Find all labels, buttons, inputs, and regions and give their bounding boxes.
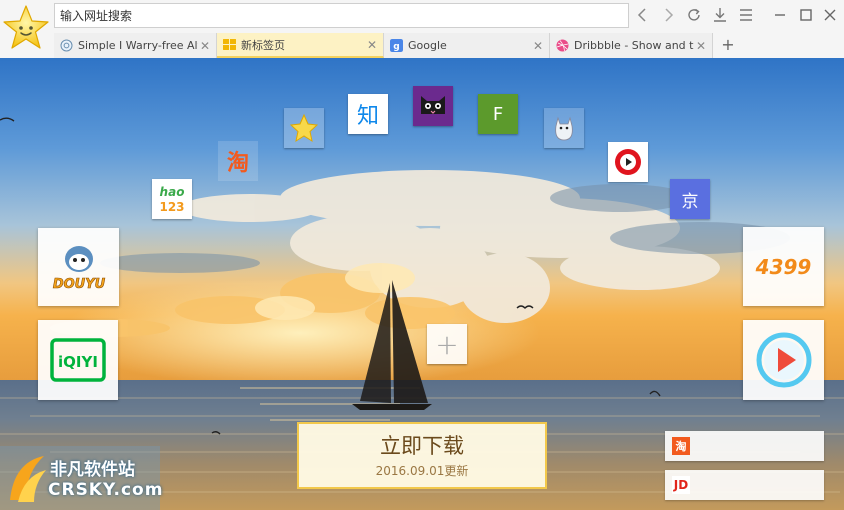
new-tab-button[interactable]: + [718,33,738,58]
address-bar[interactable] [54,3,629,28]
watermark-site: CRSKY.com [48,480,164,500]
download-now-button[interactable]: 立即下载 2016.09.01更新 [297,422,547,489]
tile-video-player[interactable] [743,320,824,400]
download-icon [714,8,726,22]
minimize-icon [775,14,785,16]
refresh-button[interactable] [684,5,704,25]
tab-close-icon[interactable]: ✕ [694,39,708,53]
svg-text:g: g [393,42,399,52]
tmall-cat-icon [421,96,445,114]
totoro-icon [555,116,573,141]
close-icon [824,9,836,21]
address-input[interactable] [55,4,628,27]
tile-iqiyi[interactable]: iQIYI [38,320,118,400]
tab-title: 新标签页 [241,38,285,52]
tile-tmall[interactable] [413,86,453,126]
google-icon: g [390,39,403,52]
svg-text:123: 123 [159,200,184,214]
tab-google[interactable]: g Google ✕ [384,33,550,58]
iqiyi-logo-icon: iQIYI [50,338,106,382]
browser-chrome: Simple I Warry-free Alt ✕ 新标签页 ✕ g Googl… [0,0,844,58]
watermark: 非凡软件站 CRSKY.com [0,446,164,510]
tile-totoro[interactable] [544,108,584,148]
hao123-logo-icon: hao 123 [159,185,185,214]
jd-icon: JD [672,476,690,494]
play-button-icon [756,332,811,388]
menu-button[interactable] [736,5,756,25]
tab-simple[interactable]: Simple I Warry-free Alt ✕ [54,33,217,58]
close-button[interactable] [820,5,840,25]
minimize-button[interactable] [770,5,790,25]
play-circle-icon [615,149,641,175]
taobao-icon: 淘 [672,437,690,455]
svg-text:iQIYI: iQIYI [58,353,98,371]
globe-icon [60,39,73,52]
tile-taobao[interactable]: 淘 [218,141,258,181]
tab-title: Dribbble - Show and tel [574,39,694,52]
back-button[interactable] [633,5,653,25]
zhihu-glyph: 知 [356,104,379,129]
watermark-logo-icon [10,456,46,502]
f-glyph: F [492,103,504,125]
tile-jd[interactable]: 京 [670,179,710,219]
new-tab-page: DOUYU iQIYI hao 123 淘 知 F 京 4399 + 立即下载 … [0,58,844,510]
tab-strip: Simple I Warry-free Alt ✕ 新标签页 ✕ g Googl… [54,33,844,58]
add-shortcut-button[interactable]: + [427,324,467,364]
refresh-icon [688,8,700,21]
taobao-glyph: 淘 [226,151,249,176]
tab-dribbble[interactable]: Dribbble - Show and tel ✕ [550,33,713,58]
tab-new-tab[interactable]: 新标签页 ✕ [217,33,384,58]
download-button[interactable] [710,5,730,25]
link-jd[interactable]: JD [665,470,824,500]
tab-title: Simple I Warry-free Alt [78,39,198,52]
link-taobao[interactable]: 淘 [665,431,824,461]
tab-title: Google [408,39,447,52]
douyu-logo-icon: DOUYU [52,246,105,292]
chevron-right-icon [665,8,674,22]
tile-video-play[interactable] [608,142,648,182]
game4399-label: 4399 [755,254,812,279]
tile-zhihu[interactable]: 知 [348,94,388,134]
star-icon [289,113,319,143]
tab-close-icon[interactable]: ✕ [365,38,379,52]
tile-f[interactable]: F [478,94,518,134]
chevron-left-icon [637,8,646,22]
tile-star[interactable] [284,108,324,148]
browser-logo-icon[interactable] [2,4,50,52]
tile-hao123[interactable]: hao 123 [152,179,192,219]
svg-text:DOUYU: DOUYU [52,277,105,292]
jd-glyph: 京 [681,191,699,212]
tile-douyu[interactable]: DOUYU [38,228,119,306]
forward-button[interactable] [658,5,678,25]
grid-icon [223,39,236,50]
maximize-icon [800,9,812,21]
tab-close-icon[interactable]: ✕ [531,39,545,53]
menu-icon [740,9,752,21]
dribbble-icon [556,39,569,52]
maximize-button[interactable] [796,5,816,25]
download-update-date: 2016.09.01更新 [375,464,469,478]
plus-icon: + [435,327,459,361]
tile-4399[interactable]: 4399 [743,227,824,306]
download-main-label: 立即下载 [380,434,464,458]
svg-text:hao: hao [160,185,185,199]
watermark-name: 非凡软件站 [50,460,135,480]
tab-close-icon[interactable]: ✕ [198,39,212,53]
